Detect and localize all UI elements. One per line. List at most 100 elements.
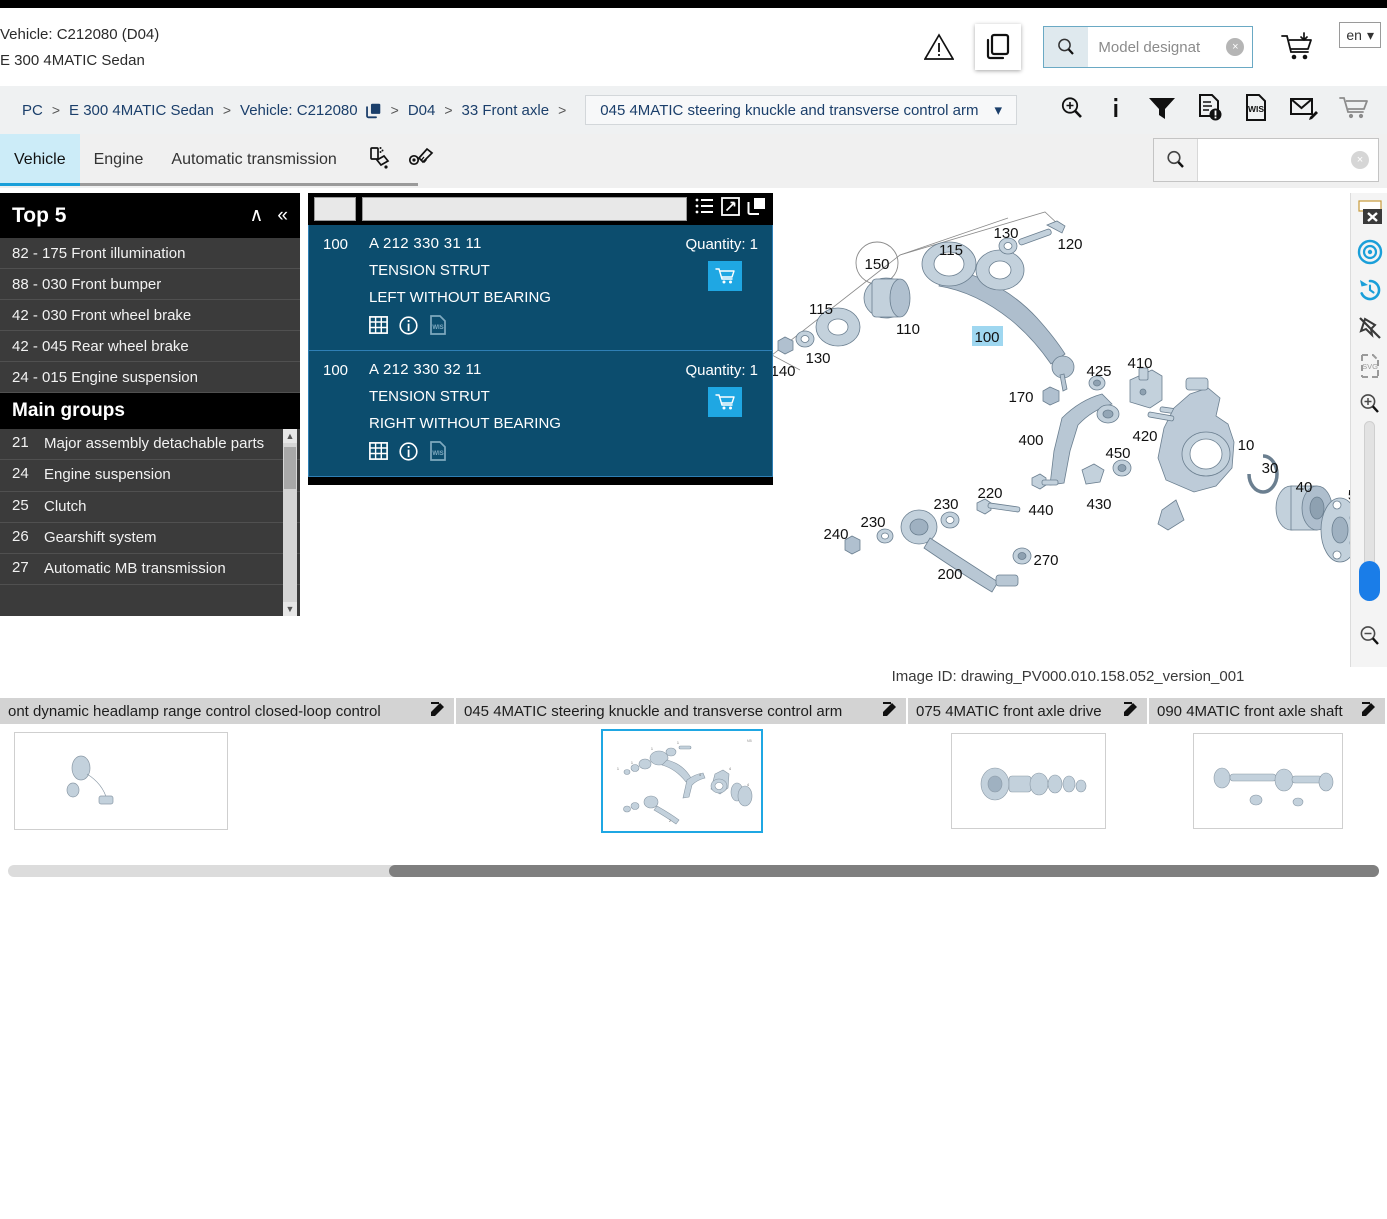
top5-item-3[interactable]: 42 - 045 Rear wheel brake bbox=[0, 331, 300, 362]
scrollbar-thumb[interactable] bbox=[284, 447, 296, 489]
zoom-in-icon[interactable] bbox=[1351, 385, 1387, 423]
target-reset-icon[interactable] bbox=[1351, 233, 1387, 271]
callout-440: 440 bbox=[1028, 502, 1053, 519]
copy-documents-icon[interactable] bbox=[975, 24, 1022, 70]
vehicle-id-line: Vehicle: C212080 (D04) bbox=[0, 26, 160, 43]
parts-search-input[interactable]: × bbox=[1198, 139, 1378, 181]
collapse-up-icon[interactable]: ∧ bbox=[250, 204, 264, 227]
part-position: 100 bbox=[323, 362, 349, 379]
thumbnail-tab-0[interactable]: ont dynamic headlamp range control close… bbox=[0, 698, 456, 724]
tab-label: Vehicle bbox=[14, 151, 66, 168]
wis-document-icon[interactable]: WIS bbox=[1243, 93, 1269, 127]
breadcrumb-item-model[interactable]: E 300 4MATIC Sedan bbox=[69, 102, 214, 119]
thumbnail-image-1[interactable]: 1 1 1 1 4 4 4 2 MB bbox=[601, 729, 763, 833]
info-icon[interactable] bbox=[399, 315, 418, 340]
edit-icon[interactable] bbox=[1123, 701, 1139, 721]
collapse-left-icon[interactable]: « bbox=[277, 205, 288, 227]
scroll-up-arrow[interactable]: ▲ bbox=[283, 429, 297, 443]
thumbnail-tab-1[interactable]: 045 4MATIC steering knuckle and transver… bbox=[456, 698, 908, 724]
chevron-down-icon: ▾ bbox=[1366, 26, 1374, 43]
filter-icon[interactable] bbox=[1147, 95, 1177, 126]
thumbnail-image-0[interactable] bbox=[14, 732, 228, 830]
close-window-icon[interactable] bbox=[1351, 193, 1387, 233]
mail-edit-icon[interactable] bbox=[1289, 95, 1319, 126]
table-icon[interactable] bbox=[369, 316, 388, 339]
warning-triangle-icon[interactable] bbox=[917, 25, 961, 69]
thumbnail-tab-3[interactable]: 090 4MATIC front axle shaft bbox=[1149, 698, 1387, 724]
callout-115b: 115 bbox=[809, 301, 833, 318]
breadcrumb-item-d04[interactable]: D04 bbox=[408, 102, 436, 119]
cart-add-icon[interactable] bbox=[1275, 24, 1321, 70]
edit-icon[interactable] bbox=[882, 701, 898, 721]
thumbnail-cell-0[interactable] bbox=[0, 726, 456, 836]
expand-icon[interactable] bbox=[721, 197, 740, 221]
breadcrumb-group-dropdown[interactable]: 045 4MATIC steering knuckle and transver… bbox=[585, 95, 1018, 125]
wis-document-icon[interactable]: WIS bbox=[429, 441, 447, 466]
group-label: Engine suspension bbox=[44, 466, 171, 484]
search-icon[interactable] bbox=[1154, 139, 1198, 181]
callout-420: 420 bbox=[1132, 428, 1157, 445]
main-group-item-25[interactable]: 25 Clutch bbox=[0, 492, 300, 523]
tab-vehicle[interactable]: Vehicle bbox=[0, 134, 80, 186]
top5-item-0[interactable]: 82 - 175 Front illumination bbox=[0, 238, 300, 269]
thumbnail-image-3[interactable] bbox=[1193, 733, 1343, 829]
main-group-item-27[interactable]: 27 Automatic MB transmission bbox=[0, 554, 300, 586]
parts-search[interactable]: × bbox=[1153, 138, 1379, 182]
main-group-item-21[interactable]: 21 Major assembly detachable parts bbox=[0, 429, 300, 461]
model-search-field[interactable]: Model designat × bbox=[1088, 27, 1252, 67]
top5-item-4[interactable]: 24 - 015 Engine suspension bbox=[0, 362, 300, 393]
table-icon[interactable] bbox=[369, 442, 388, 465]
info-icon[interactable] bbox=[399, 441, 418, 466]
add-to-cart-icon[interactable] bbox=[708, 261, 742, 291]
copy-icon[interactable] bbox=[365, 102, 382, 119]
tab-engine[interactable]: Engine bbox=[80, 134, 158, 186]
table-row[interactable]: 100 Quantity: 1 A 212 330 32 11 TENSION … bbox=[308, 351, 773, 477]
parts-diagram[interactable]: 130 120 115 150 115 110 130 100 140 425 … bbox=[773, 193, 1387, 667]
paint-spray-icon[interactable] bbox=[367, 145, 393, 176]
model-designation-search[interactable]: Model designat × bbox=[1043, 26, 1254, 68]
main-group-item-26[interactable]: 26 Gearshift system bbox=[0, 523, 300, 554]
breadcrumb-item-vehicle[interactable]: Vehicle: C212080 bbox=[240, 102, 358, 119]
top5-item-1[interactable]: 88 - 030 Front bumper bbox=[0, 269, 300, 300]
add-to-cart-icon[interactable] bbox=[708, 387, 742, 417]
thumbnail-cell-1[interactable]: 1 1 1 1 4 4 4 2 MB bbox=[456, 726, 908, 836]
document-alert-icon[interactable] bbox=[1197, 93, 1223, 127]
breadcrumb-item-pc[interactable]: PC bbox=[22, 102, 43, 119]
svg-text:WIS: WIS bbox=[432, 325, 443, 331]
edit-icon[interactable] bbox=[430, 701, 446, 721]
breadcrumb-bar: PC > E 300 4MATIC Sedan > Vehicle: C2120… bbox=[0, 86, 1387, 134]
scrollbar-thumb[interactable] bbox=[389, 865, 1379, 877]
thumbnail-tab-2[interactable]: 075 4MATIC front axle drive bbox=[908, 698, 1149, 724]
copy-icon[interactable] bbox=[747, 197, 767, 221]
wis-document-icon[interactable]: WIS bbox=[429, 315, 447, 340]
clear-icon[interactable]: × bbox=[1226, 38, 1245, 56]
list-view-icon[interactable] bbox=[695, 197, 714, 221]
description-filter-input[interactable] bbox=[362, 197, 687, 221]
clear-icon[interactable]: × bbox=[1351, 151, 1369, 169]
language-selector[interactable]: en ▾ bbox=[1339, 22, 1381, 48]
diagram-svg[interactable]: 130 120 115 150 115 110 130 100 140 425 … bbox=[773, 193, 1387, 667]
horizontal-scrollbar[interactable] bbox=[8, 865, 1379, 877]
table-row[interactable]: 100 Quantity: 1 A 212 330 31 11 TENSION … bbox=[308, 225, 773, 351]
top5-item-2[interactable]: 42 - 030 Front wheel brake bbox=[0, 300, 300, 331]
scroll-down-arrow[interactable]: ▼ bbox=[283, 602, 297, 616]
info-icon[interactable] bbox=[1105, 95, 1127, 126]
cart-icon[interactable] bbox=[1339, 95, 1369, 126]
tab-automatic-transmission[interactable]: Automatic transmission bbox=[157, 134, 350, 186]
main-groups-header: Main groups bbox=[0, 393, 300, 429]
unpin-icon[interactable] bbox=[1351, 309, 1387, 347]
thumbnail-cell-2[interactable] bbox=[908, 726, 1149, 836]
svg-export-icon[interactable]: SVG bbox=[1351, 347, 1387, 385]
history-undo-icon[interactable] bbox=[1351, 271, 1387, 309]
fastener-bolt-icon[interactable] bbox=[407, 145, 435, 176]
thumbnail-image-2[interactable] bbox=[951, 733, 1106, 829]
main-groups-scrollbar[interactable]: ▲ ▼ bbox=[283, 429, 297, 616]
main-group-item-24[interactable]: 24 Engine suspension bbox=[0, 460, 300, 492]
zoom-search-icon[interactable] bbox=[1059, 95, 1085, 126]
zoom-slider-handle[interactable] bbox=[1359, 561, 1380, 601]
edit-icon[interactable] bbox=[1361, 701, 1377, 721]
breadcrumb-item-front-axle[interactable]: 33 Front axle bbox=[462, 102, 550, 119]
thumbnail-cell-3[interactable] bbox=[1149, 726, 1387, 836]
zoom-out-icon[interactable] bbox=[1351, 617, 1387, 655]
position-filter-input[interactable] bbox=[314, 197, 356, 221]
